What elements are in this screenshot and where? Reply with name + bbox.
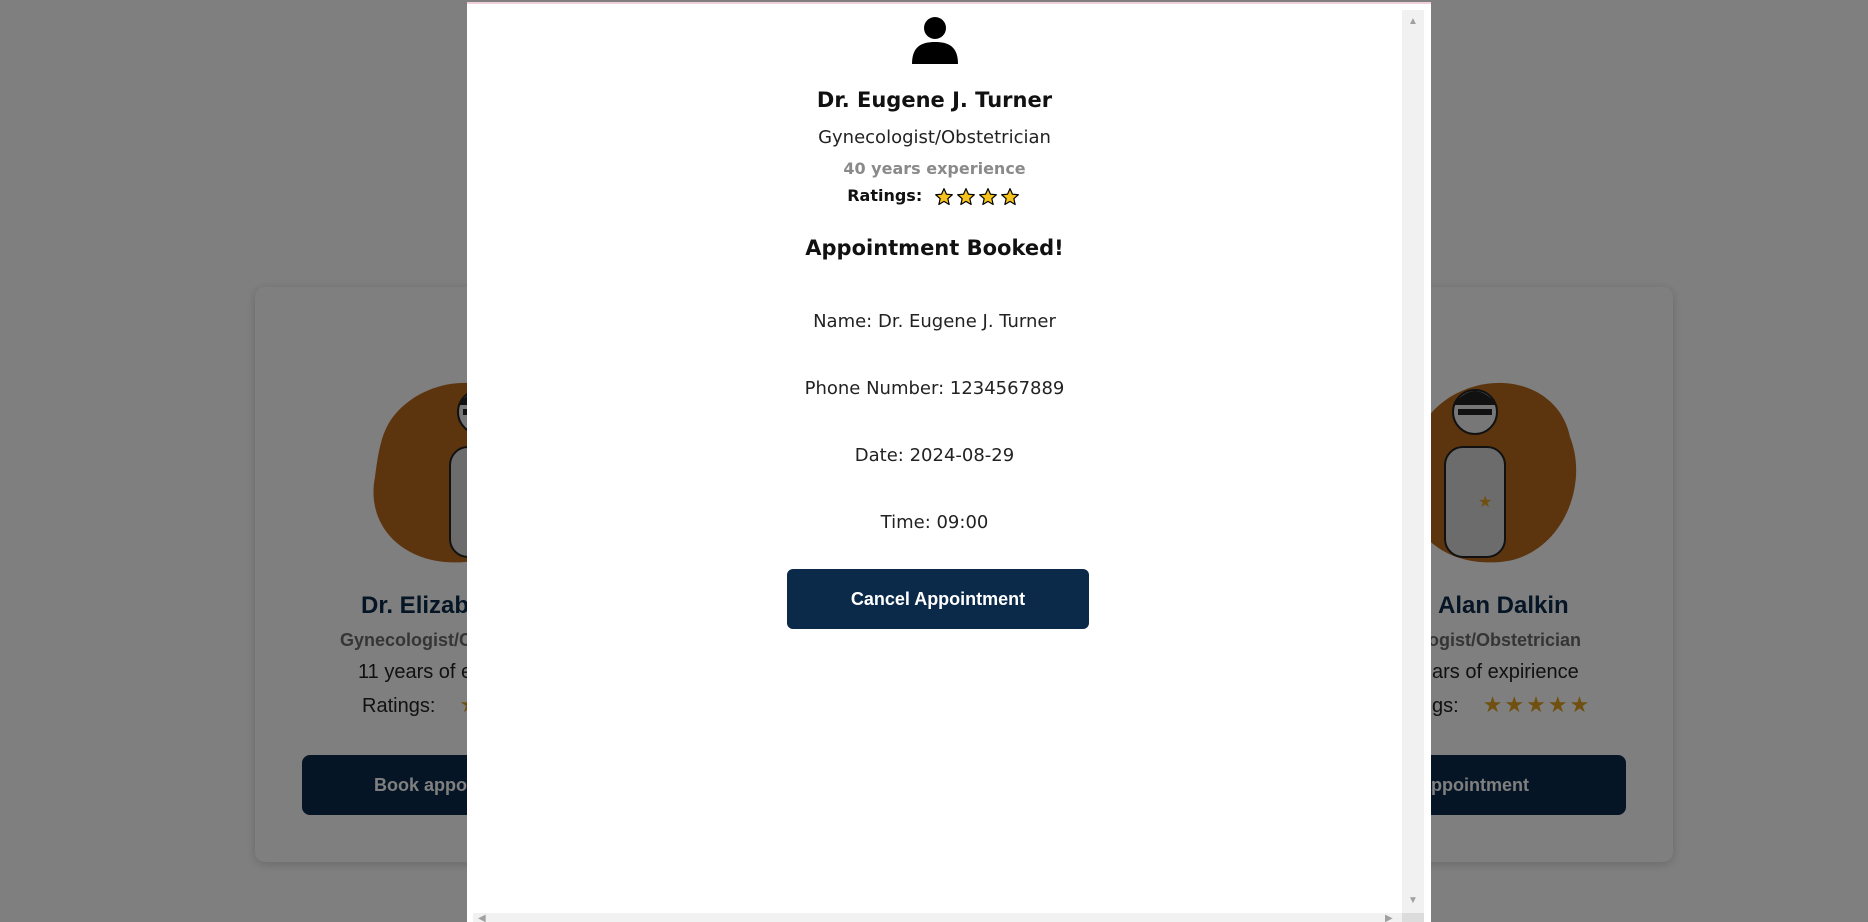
- doctor-rating: Ratings:: [467, 186, 1402, 207]
- user-icon: [912, 17, 958, 64]
- star-icon: [1000, 187, 1019, 205]
- scroll-up-icon[interactable]: ▲: [1408, 17, 1418, 27]
- scroll-left-icon[interactable]: ◀: [478, 914, 486, 922]
- appointment-modal: Dr. Eugene J. Turner Gynecologist/Obstet…: [467, 2, 1431, 922]
- booking-status: Appointment Booked!: [805, 236, 1064, 260]
- doctor-name: Dr. Eugene J. Turner: [816, 88, 1053, 112]
- cancel-appointment-button[interactable]: Cancel Appointment: [787, 569, 1089, 629]
- scroll-right-icon[interactable]: ▶: [1385, 914, 1393, 922]
- booking-time: Time: 09:00: [880, 512, 989, 533]
- star-icon: [956, 187, 975, 205]
- rating-stars: [934, 186, 1022, 207]
- horizontal-scrollbar[interactable]: ◀ ▶: [473, 913, 1402, 922]
- scrollbar-corner: [1402, 913, 1424, 922]
- doctor-experience: 40 years experience: [843, 159, 1026, 178]
- ratings-label: Ratings:: [847, 186, 923, 205]
- booking-name: Name: Dr. Eugene J. Turner: [813, 311, 1056, 332]
- star-icon: [934, 187, 953, 205]
- modal-content: Dr. Eugene J. Turner Gynecologist/Obstet…: [467, 4, 1402, 914]
- booking-phone: Phone Number: 1234567889: [804, 378, 1065, 399]
- booking-date: Date: 2024-08-29: [854, 445, 1015, 466]
- vertical-scrollbar[interactable]: ▲ ▼: [1402, 10, 1424, 913]
- star-icon: [978, 187, 997, 205]
- scroll-down-icon[interactable]: ▼: [1408, 896, 1418, 906]
- doctor-specialty: Gynecologist/Obstetrician: [818, 127, 1051, 148]
